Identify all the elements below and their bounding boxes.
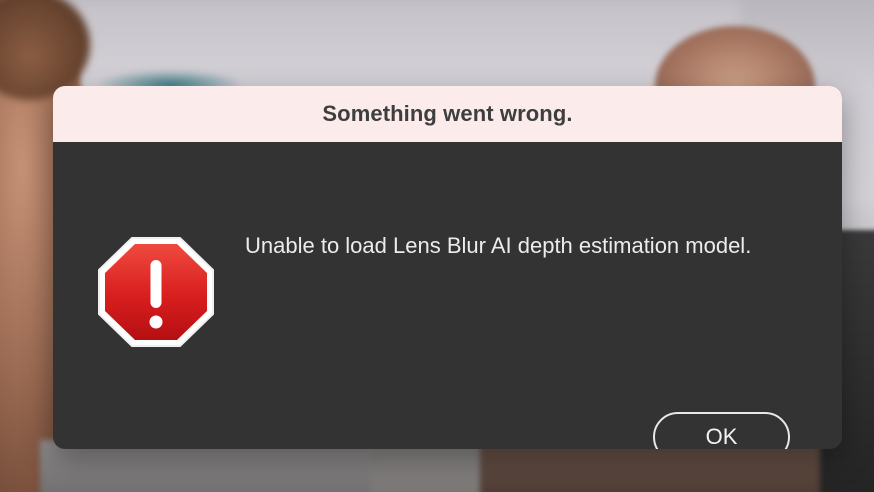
- ok-button[interactable]: OK: [653, 412, 790, 449]
- error-dialog: Something went wrong. Unable to load Len…: [53, 86, 842, 449]
- dialog-title: Something went wrong.: [322, 101, 573, 126]
- dialog-body: Unable to load Lens Blur AI depth estima…: [53, 142, 842, 449]
- alert-octagon-icon: [97, 236, 215, 348]
- error-message: Unable to load Lens Blur AI depth estima…: [245, 233, 752, 258]
- dialog-titlebar: Something went wrong.: [53, 86, 842, 142]
